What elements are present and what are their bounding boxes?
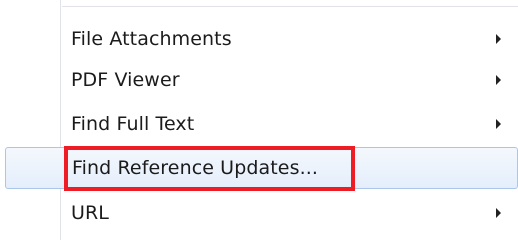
highlight-box	[64, 146, 355, 191]
menu-separator	[62, 6, 518, 7]
menu-item-pdf-viewer[interactable]: PDF Viewer	[0, 59, 518, 101]
menu-item-label: File Attachments	[71, 28, 232, 50]
submenu-arrow-icon	[496, 34, 501, 44]
context-menu: File Attachments PDF Viewer Find Full Te…	[0, 0, 518, 240]
submenu-arrow-icon	[496, 75, 501, 85]
submenu-arrow-icon	[496, 208, 501, 218]
submenu-arrow-icon	[496, 119, 501, 129]
menu-item-find-full-text[interactable]: Find Full Text	[0, 103, 518, 145]
menu-item-label: URL	[71, 202, 109, 224]
menu-item-label: Find Full Text	[71, 113, 195, 135]
menu-item-label: PDF Viewer	[71, 69, 180, 91]
menu-item-find-reference-updates[interactable]: Find Reference Updates...	[5, 146, 518, 191]
menu-item-url[interactable]: URL	[0, 192, 518, 234]
menu-item-file-attachments[interactable]: File Attachments	[0, 18, 518, 60]
